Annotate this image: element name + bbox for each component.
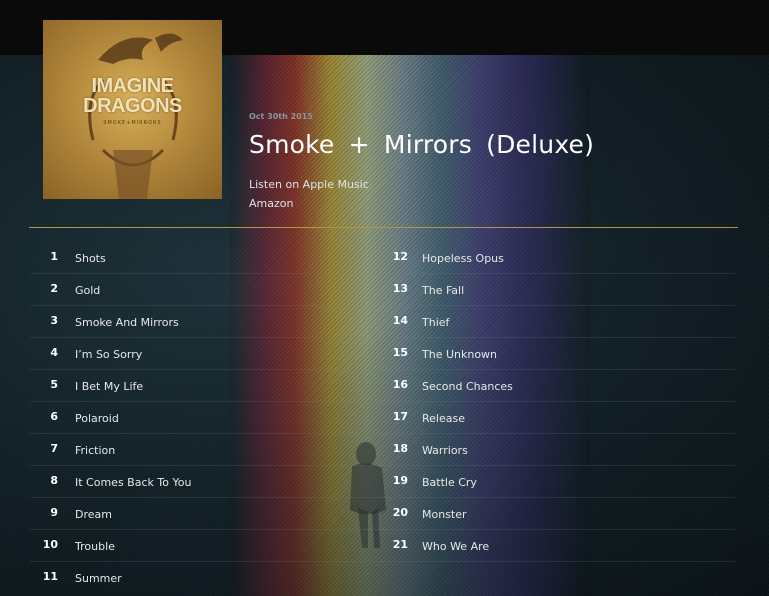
- track-title: Friction: [75, 444, 116, 457]
- track-number: 7: [50, 442, 58, 455]
- track-row[interactable]: 14 Thief: [380, 306, 735, 338]
- track-title: Monster: [422, 508, 467, 521]
- track-number: 14: [392, 314, 408, 327]
- track-title: Summer: [75, 572, 122, 585]
- track-title: Shots: [75, 252, 106, 265]
- track-number: 15: [392, 346, 408, 359]
- divider: [29, 227, 738, 228]
- cover-band-name: IMAGINE DRAGONS: [83, 75, 182, 117]
- track-number: 19: [392, 474, 408, 487]
- track-number: 1: [50, 250, 58, 263]
- track-number: 21: [392, 538, 408, 551]
- track-row[interactable]: 4 I’m So Sorry: [30, 338, 385, 370]
- track-row[interactable]: 16 Second Chances: [380, 370, 735, 402]
- amazon-link[interactable]: Amazon: [249, 197, 293, 210]
- tracklist-left: 1 Shots 2 Gold 3 Smoke And Mirrors 4 I’m So …: [30, 242, 385, 594]
- track-title: Gold: [75, 284, 101, 297]
- track-number: 17: [392, 410, 408, 423]
- track-row[interactable]: 21 Who We Are: [380, 530, 735, 562]
- track-title: Thief: [422, 316, 450, 329]
- track-row[interactable]: 18 Warriors: [380, 434, 735, 466]
- track-title: I Bet My Life: [75, 380, 144, 393]
- track-row[interactable]: 2 Gold: [30, 274, 385, 306]
- track-number: 9: [50, 506, 58, 519]
- track-number: 8: [50, 474, 58, 487]
- track-row[interactable]: 13 The Fall: [380, 274, 735, 306]
- track-title: Trouble: [75, 540, 115, 553]
- track-title: I’m So Sorry: [75, 348, 143, 361]
- track-row[interactable]: 7 Friction: [30, 434, 385, 466]
- track-title: Battle Cry: [422, 476, 477, 489]
- tracklist-right: 12 Hopeless Opus 13 The Fall 14 Thief 15 The…: [380, 242, 735, 562]
- track-row[interactable]: 8 It Comes Back To You: [30, 466, 385, 498]
- track-number: 5: [50, 378, 58, 391]
- track-row[interactable]: 5 I Bet My Life: [30, 370, 385, 402]
- album-cover-image[interactable]: IMAGINE DRAGONS SMOKE+MIRRORS: [43, 20, 222, 199]
- track-row[interactable]: 1 Shots: [30, 242, 385, 274]
- track-row[interactable]: 10 Trouble: [30, 530, 385, 562]
- track-title: Hopeless Opus: [422, 252, 504, 265]
- track-row[interactable]: 12 Hopeless Opus: [380, 242, 735, 274]
- track-row[interactable]: 6 Polaroid: [30, 402, 385, 434]
- track-row[interactable]: 19 Battle Cry: [380, 466, 735, 498]
- track-number: 3: [50, 314, 58, 327]
- track-row[interactable]: 20 Monster: [380, 498, 735, 530]
- track-title: It Comes Back To You: [75, 476, 192, 489]
- track-row[interactable]: 9 Dream: [30, 498, 385, 530]
- track-row[interactable]: 17 Release: [380, 402, 735, 434]
- track-title: Release: [422, 412, 465, 425]
- track-title: The Fall: [422, 284, 465, 297]
- track-number: 18: [392, 442, 408, 455]
- track-number: 13: [392, 282, 408, 295]
- track-number: 11: [42, 570, 58, 583]
- track-title: Smoke And Mirrors: [75, 316, 179, 329]
- track-number: 4: [50, 346, 58, 359]
- track-number: 16: [392, 378, 408, 391]
- track-number: 20: [392, 506, 408, 519]
- album-title: Smoke + Mirrors (Deluxe): [249, 130, 595, 159]
- track-number: 12: [392, 250, 408, 263]
- track-title: Who We Are: [422, 540, 490, 553]
- track-title: Polaroid: [75, 412, 119, 425]
- track-row[interactable]: 11 Summer: [30, 562, 385, 594]
- track-row[interactable]: 3 Smoke And Mirrors: [30, 306, 385, 338]
- track-number: 2: [50, 282, 58, 295]
- release-date: Oct 30th 2015: [249, 112, 313, 121]
- track-number: 10: [42, 538, 58, 551]
- track-title: Warriors: [422, 444, 468, 457]
- track-number: 6: [50, 410, 58, 423]
- track-title: The Unknown: [422, 348, 498, 361]
- apple-music-link[interactable]: Listen on Apple Music: [249, 178, 369, 191]
- track-row[interactable]: 15 The Unknown: [380, 338, 735, 370]
- track-title: Dream: [75, 508, 112, 521]
- track-title: Second Chances: [422, 380, 513, 393]
- cover-subtitle: SMOKE+MIRRORS: [103, 120, 162, 126]
